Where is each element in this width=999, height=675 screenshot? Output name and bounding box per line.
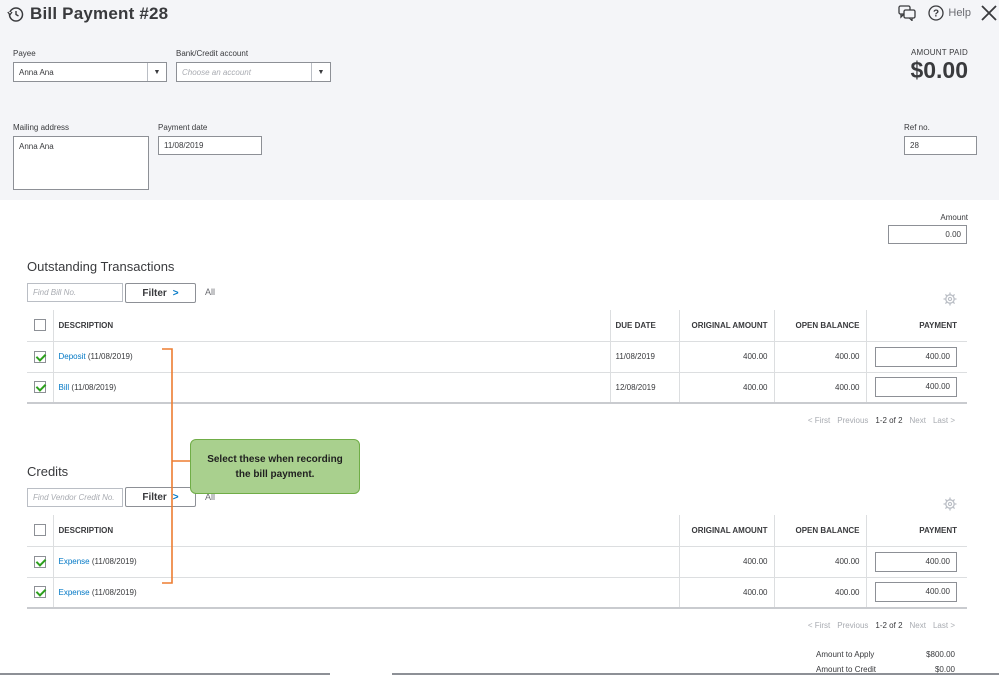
title-row: Bill Payment #28 — [6, 3, 168, 25]
pager-first[interactable]: < First — [808, 416, 830, 425]
row-checkbox[interactable] — [33, 586, 46, 599]
find-vendor-credit-placeholder: Find Vendor Credit No. — [33, 493, 115, 502]
top-actions: ? Help — [898, 2, 999, 24]
column-header: DESCRIPTION — [53, 515, 680, 547]
feedback-icon[interactable] — [898, 5, 917, 21]
recent-transactions-icon[interactable] — [6, 5, 24, 23]
find-vendor-credit-input[interactable]: Find Vendor Credit No. — [27, 488, 123, 507]
column-header: DUE DATE — [610, 310, 680, 342]
pager-next[interactable]: Next — [910, 416, 926, 425]
column-header: DESCRIPTION — [53, 310, 609, 342]
original-amount: 400.00 — [679, 577, 775, 609]
payment-input[interactable]: 400.00 — [875, 346, 957, 367]
bank-account-placeholder: Choose an account — [182, 67, 251, 77]
transaction-link[interactable]: Bill — [59, 383, 70, 392]
help-button[interactable]: ? Help — [928, 5, 981, 21]
gear-icon[interactable] — [943, 292, 957, 306]
pager-previous[interactable]: Previous — [837, 416, 868, 425]
transaction-date: (11/08/2019) — [71, 382, 117, 392]
amount-paid-value: $0.00 — [910, 57, 968, 83]
pager-first[interactable]: < First — [808, 621, 830, 630]
transaction-link[interactable]: Expense — [59, 588, 90, 597]
chevron-down-icon[interactable]: ▼ — [311, 63, 330, 81]
open-balance: 400.00 — [774, 372, 867, 404]
credits-title: Credits — [27, 464, 69, 479]
pager-last[interactable]: Last > — [933, 621, 955, 630]
original-amount: 400.00 — [679, 341, 775, 373]
payee-select[interactable]: Anna Ana ▼ — [13, 62, 167, 82]
select-all-checkbox[interactable] — [33, 524, 46, 537]
original-amount: 400.00 — [679, 546, 775, 578]
row-checkbox[interactable] — [33, 350, 46, 363]
ref-no-field[interactable]: 28 — [904, 136, 977, 155]
credits-pager: < First Previous 1-2 of 2 Next Last > — [801, 621, 955, 630]
row-checkbox[interactable] — [33, 381, 46, 394]
payment-input[interactable]: 400.00 — [875, 551, 957, 572]
annotation-callout: Select these when recording the bill pay… — [190, 439, 360, 494]
table-header-row: DESCRIPTION DUE DATE ORIGINAL AMOUNT OPE… — [27, 310, 967, 342]
column-header: OPEN BALANCE — [774, 515, 867, 547]
pager-next[interactable]: Next — [910, 621, 926, 630]
column-header: PAYMENT — [866, 310, 967, 342]
amount-to-apply-label: Amount to Apply — [816, 650, 875, 659]
svg-text:?: ? — [933, 9, 939, 20]
pager-range: 1-2 of 2 — [875, 416, 903, 425]
column-header: OPEN BALANCE — [774, 310, 867, 342]
filter-label: Filter — [142, 287, 167, 299]
mailing-address-field[interactable]: Anna Ana — [13, 136, 149, 190]
outstanding-all-label: All — [205, 287, 216, 297]
payee-value: Anna Ana — [19, 67, 54, 77]
page-title: Bill Payment #28 — [30, 4, 169, 23]
transaction-date: (11/08/2019) — [91, 557, 137, 566]
transaction-link[interactable]: Expense — [59, 557, 90, 566]
totals-values: $800.00 $0.00 — [926, 650, 955, 675]
payment-input[interactable]: 400.00 — [875, 582, 957, 603]
close-icon[interactable] — [981, 5, 997, 21]
outstanding-title: Outstanding Transactions — [27, 259, 175, 274]
bank-account-select[interactable]: Choose an account ▼ — [176, 62, 331, 82]
open-balance: 400.00 — [774, 577, 867, 609]
column-header: ORIGINAL AMOUNT — [679, 515, 775, 547]
pager-previous[interactable]: Previous — [837, 621, 868, 630]
find-bill-placeholder: Find Bill No. — [33, 288, 77, 297]
help-icon: ? — [928, 5, 945, 21]
transaction-link[interactable]: Deposit — [59, 352, 86, 361]
column-header: PAYMENT — [866, 515, 967, 547]
payment-input[interactable]: 400.00 — [875, 377, 957, 398]
outstanding-filter-button[interactable]: Filter > — [125, 283, 196, 303]
due-date: 12/08/2019 — [610, 372, 680, 404]
payment-date-field[interactable]: 11/08/2019 — [158, 136, 262, 155]
select-all-checkbox[interactable] — [33, 319, 46, 332]
open-balance: 400.00 — [774, 341, 867, 373]
chevron-down-icon[interactable]: ▼ — [147, 63, 166, 81]
payee-label: Payee — [13, 49, 36, 58]
transaction-date: (11/08/2019) — [87, 352, 133, 361]
totals-labels: Amount to Apply Amount to Credit — [816, 650, 876, 675]
original-amount: 400.00 — [679, 372, 775, 404]
due-date: 11/08/2019 — [610, 341, 680, 373]
open-balance: 400.00 — [774, 546, 867, 578]
column-header: ORIGINAL AMOUNT — [679, 310, 775, 342]
amount-to-apply-value: $800.00 — [926, 650, 955, 659]
ref-no-label: Ref no. — [904, 123, 930, 132]
amount-label: Amount — [940, 213, 968, 222]
row-checkbox[interactable] — [33, 555, 46, 568]
amount-paid-label: AMOUNT PAID — [910, 48, 968, 57]
find-bill-input[interactable]: Find Bill No. — [27, 283, 123, 302]
bank-account-label: Bank/Credit account — [176, 49, 249, 58]
amount-field[interactable]: 0.00 — [888, 225, 967, 244]
bill-payment-header: Bill Payment #28 ? Help Payee Anna Ana ▼… — [0, 0, 999, 200]
pager-range: 1-2 of 2 — [875, 621, 903, 630]
help-label: Help — [948, 7, 971, 19]
gear-icon[interactable] — [943, 497, 957, 511]
outstanding-pager: < First Previous 1-2 of 2 Next Last > — [801, 416, 955, 425]
pager-last[interactable]: Last > — [933, 416, 955, 425]
transaction-date: (11/08/2019) — [91, 587, 137, 597]
chevron-right-icon: > — [172, 287, 179, 299]
payment-date-label: Payment date — [158, 123, 208, 132]
mailing-address-label: Mailing address — [13, 123, 70, 132]
